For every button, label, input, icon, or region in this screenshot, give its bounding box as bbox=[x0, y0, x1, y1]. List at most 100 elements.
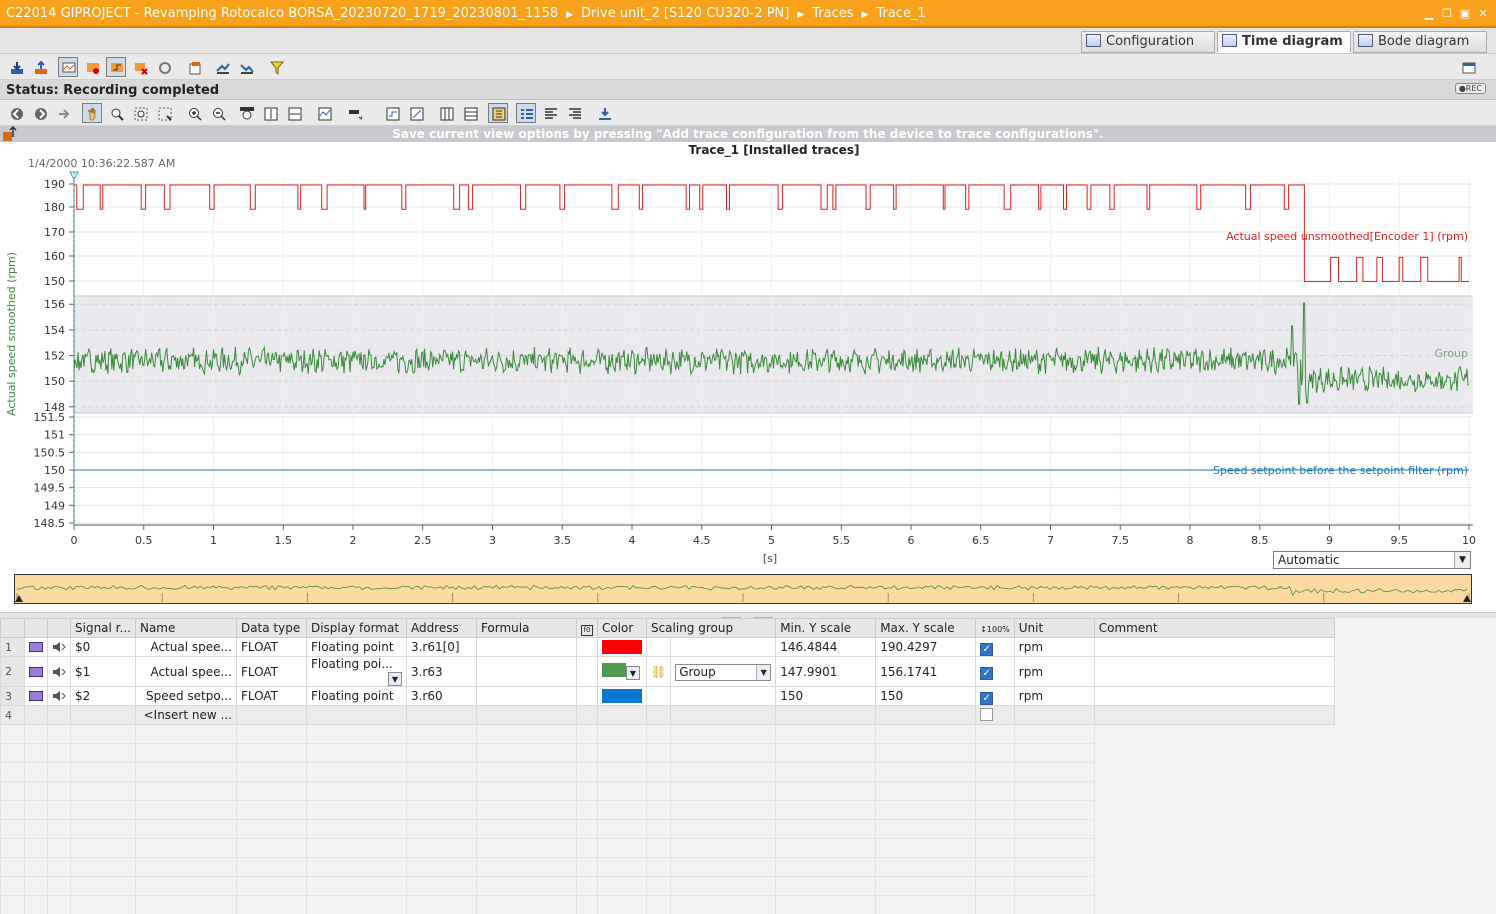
color-cell[interactable] bbox=[596, 637, 647, 657]
chevron-down-icon[interactable]: ▼ bbox=[387, 672, 402, 686]
show-history-button[interactable] bbox=[54, 103, 74, 123]
split-vertical-button[interactable] bbox=[436, 103, 456, 123]
formula-flag-cell[interactable] bbox=[575, 656, 598, 687]
start-recording-button[interactable] bbox=[82, 57, 102, 77]
formula-cell[interactable] bbox=[475, 686, 577, 706]
import-button[interactable] bbox=[236, 57, 256, 77]
formula-flag-cell[interactable] bbox=[575, 686, 598, 706]
upload-trace-button[interactable] bbox=[30, 57, 50, 77]
speaker-cell[interactable] bbox=[47, 656, 71, 687]
signal-ref-cell[interactable]: $2 bbox=[70, 686, 136, 706]
auto-scale-checkbox[interactable] bbox=[980, 708, 994, 721]
download-trace-button[interactable] bbox=[6, 57, 26, 77]
data-type-cell[interactable]: FLOAT bbox=[235, 656, 307, 687]
zoom-100-y-button[interactable] bbox=[260, 103, 280, 123]
max-y-scale-cell[interactable]: 156.1741 bbox=[875, 656, 977, 687]
formula-flag-cell[interactable] bbox=[575, 637, 598, 657]
address-cell[interactable]: 3.r60 bbox=[405, 686, 477, 706]
zoom-in-button[interactable] bbox=[184, 103, 204, 123]
signal-display-button[interactable] bbox=[314, 103, 334, 123]
tab-configuration[interactable]: Configuration bbox=[1081, 31, 1215, 53]
pan-button[interactable] bbox=[82, 103, 102, 123]
color-swatch[interactable] bbox=[601, 689, 642, 703]
overview-strip[interactable] bbox=[14, 574, 1472, 604]
auto-scale-checkbox[interactable]: ✓ bbox=[980, 642, 994, 656]
unit-cell[interactable]: rpm bbox=[1013, 637, 1095, 657]
scaling-group-link[interactable] bbox=[645, 637, 672, 657]
min-y-scale-cell[interactable]: 150 bbox=[775, 686, 877, 706]
tab-time-diagram[interactable]: Time diagram bbox=[1217, 31, 1351, 53]
speaker-icon[interactable] bbox=[52, 666, 66, 677]
header-name[interactable]: Name bbox=[134, 618, 237, 638]
address-cell[interactable]: 3.r61[0] bbox=[405, 637, 477, 657]
display-format-cell[interactable]: Floating point bbox=[305, 637, 407, 657]
header-unit[interactable]: Unit bbox=[1013, 618, 1095, 638]
header-display-format[interactable]: Display format bbox=[305, 618, 407, 638]
max-y-scale-cell[interactable]: 150 bbox=[875, 686, 977, 706]
bit-track-button[interactable] bbox=[344, 103, 364, 123]
zoom-100-button[interactable] bbox=[236, 103, 256, 123]
scaling-group-cell[interactable] bbox=[670, 686, 777, 706]
auto-scale-checkbox[interactable]: ✓ bbox=[980, 691, 994, 705]
auto-scale-cell[interactable]: ✓ bbox=[975, 686, 1015, 706]
scaling-group-cell[interactable] bbox=[670, 637, 777, 657]
scaling-group-select[interactable]: Group ▼ bbox=[675, 664, 772, 681]
save-image-button[interactable] bbox=[594, 103, 614, 123]
x-axis-mode-select[interactable]: Automatic ▼ bbox=[1273, 551, 1471, 569]
split-horizontal-button[interactable] bbox=[460, 103, 480, 123]
comment-cell[interactable] bbox=[1093, 686, 1335, 706]
signal-ref-cell[interactable]: $0 bbox=[70, 637, 136, 657]
comment-cell[interactable] bbox=[1093, 656, 1335, 687]
color-cell[interactable] bbox=[596, 686, 647, 706]
show-values-button[interactable] bbox=[488, 103, 508, 123]
visibility-cell[interactable] bbox=[24, 656, 48, 687]
align-right-button[interactable] bbox=[564, 103, 584, 123]
zoom-out-button[interactable] bbox=[208, 103, 228, 123]
color-swatch[interactable] bbox=[601, 640, 642, 654]
signal-ref-cell[interactable]: $1 bbox=[70, 656, 136, 687]
table-row[interactable]: 2 $1 Actual spee... FLOAT Floating poi... ▼ 3… bbox=[0, 656, 1335, 687]
header-signal-ref[interactable]: Signal r... bbox=[70, 618, 136, 638]
chevron-down-icon[interactable]: ▼ bbox=[625, 666, 640, 680]
table-row[interactable]: 3 $2 Speed setpo... FLOAT Floating point 3.r6… bbox=[0, 686, 1335, 706]
speaker-cell[interactable] bbox=[47, 637, 71, 657]
filter-button[interactable] bbox=[266, 57, 286, 77]
header-scaling-group[interactable]: Scaling group bbox=[645, 618, 777, 638]
repeat-recording-button[interactable] bbox=[154, 57, 174, 77]
restore-icon[interactable]: ❐ bbox=[1440, 7, 1454, 21]
unit-cell[interactable]: rpm bbox=[1013, 686, 1095, 706]
speaker-icon[interactable] bbox=[52, 642, 66, 652]
header-formula-icon[interactable]: f0 bbox=[575, 618, 598, 638]
color-cell[interactable]: ▼ bbox=[596, 656, 647, 687]
display-format-cell[interactable]: Floating poi... ▼ bbox=[305, 656, 407, 687]
panel-settings-button[interactable] bbox=[1458, 57, 1478, 77]
speaker-icon[interactable] bbox=[52, 691, 66, 701]
visibility-cell[interactable] bbox=[24, 686, 48, 706]
minimize-icon[interactable]: ▁ bbox=[1422, 7, 1436, 21]
maximize-icon[interactable]: ▣ bbox=[1458, 7, 1472, 21]
header-formula[interactable]: Formula bbox=[475, 618, 577, 638]
display-format-cell[interactable]: Floating point bbox=[305, 686, 407, 706]
visibility-cell[interactable] bbox=[24, 637, 48, 657]
header-min-y-scale[interactable]: Min. Y scale bbox=[775, 618, 877, 638]
breadcrumb-drive-unit[interactable]: Drive unit_2 [S120 CU320-2 PN] bbox=[581, 6, 789, 21]
breadcrumb-project[interactable]: C22014 GIPROJECT - Revamping Rotocalco B… bbox=[6, 6, 558, 21]
signal-visibility-icon[interactable] bbox=[29, 642, 43, 652]
header-address[interactable]: Address bbox=[405, 618, 477, 638]
delete-recording-button[interactable] bbox=[130, 57, 150, 77]
trigger-button[interactable] bbox=[106, 57, 126, 77]
table-row[interactable]: 1 $0 Actual spee... FLOAT Floating point 3.r6… bbox=[0, 637, 1335, 657]
tab-bode-diagram[interactable]: Bode diagram bbox=[1353, 31, 1487, 53]
min-y-scale-cell[interactable]: 146.4844 bbox=[775, 637, 877, 657]
signal-name-cell[interactable]: Speed setpo... bbox=[134, 686, 237, 706]
monitor-trace-button[interactable] bbox=[58, 57, 78, 77]
breadcrumb-traces[interactable]: Traces bbox=[812, 6, 853, 21]
scaling-group-link[interactable]: ⛓ bbox=[645, 656, 672, 687]
trace-chart[interactable]: 190 180 170 160 150 156 154 152 150 1 4 8 151.5 151 15… bbox=[0, 142, 1496, 612]
header-color[interactable]: Color bbox=[596, 618, 647, 638]
list-view-button[interactable] bbox=[516, 103, 536, 123]
formula-cell[interactable] bbox=[475, 656, 577, 687]
vertical-cursor-button[interactable] bbox=[406, 103, 426, 123]
max-y-scale-cell[interactable]: 190.4297 bbox=[875, 637, 977, 657]
comment-cell[interactable] bbox=[1093, 637, 1335, 657]
